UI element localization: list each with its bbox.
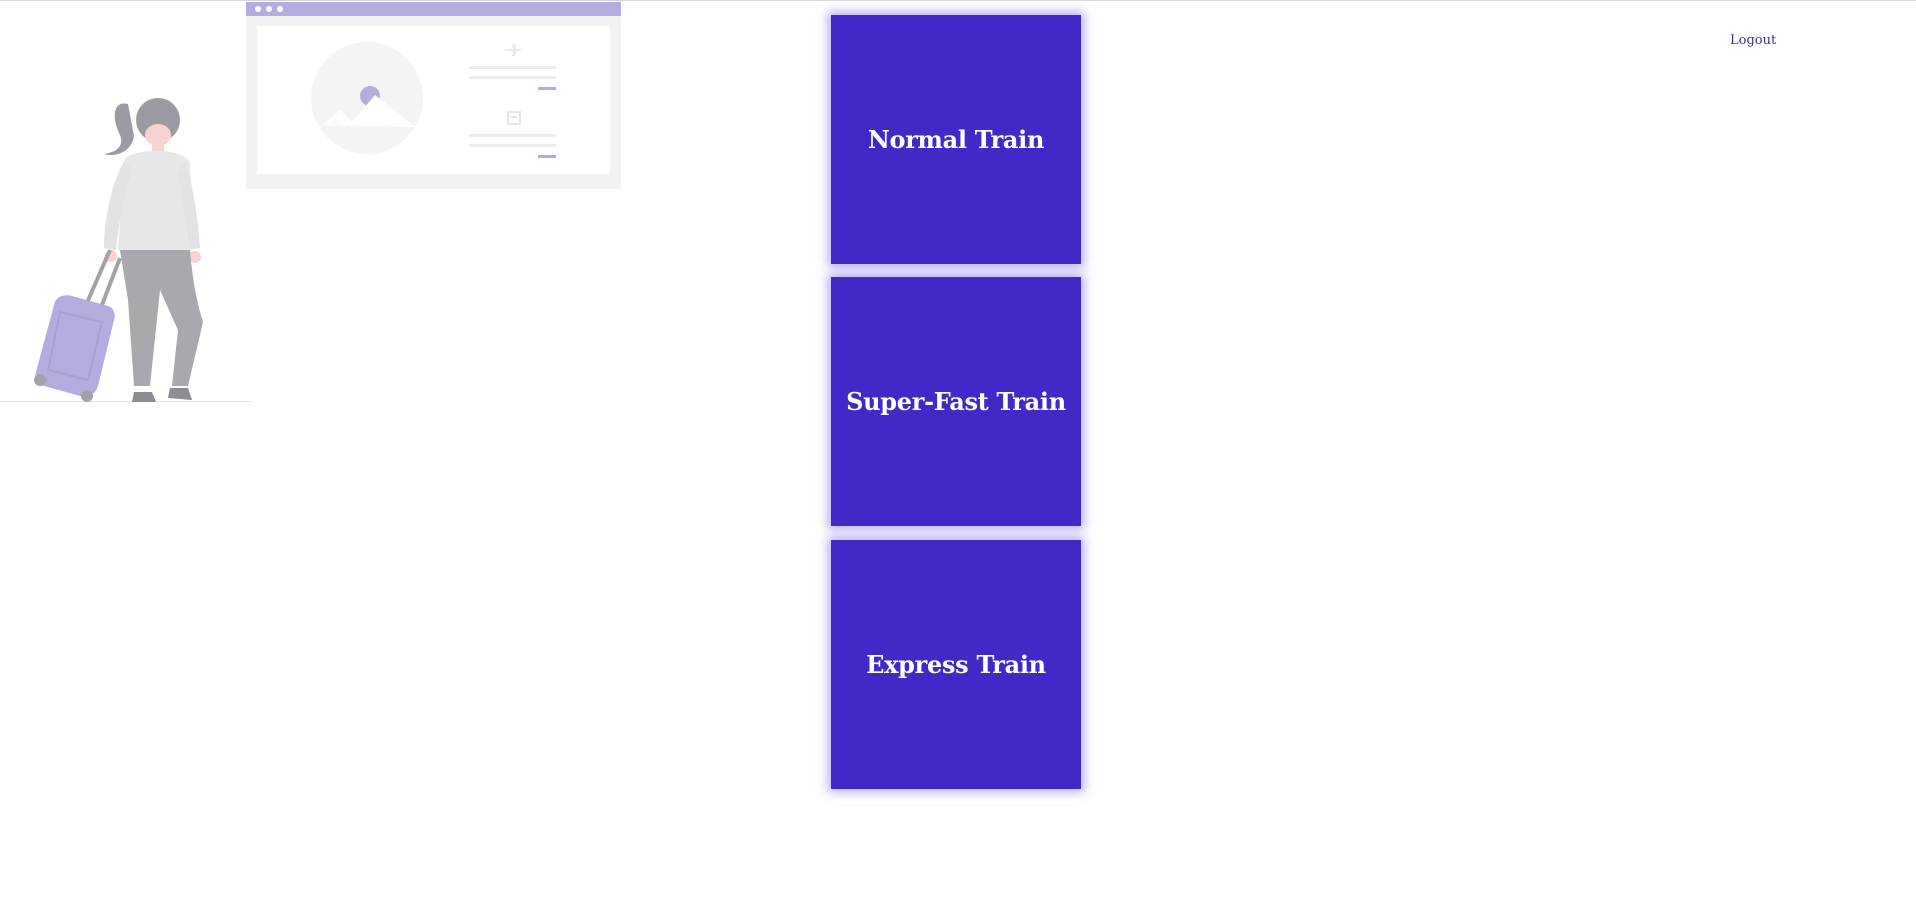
traveler-figure: [104, 98, 203, 402]
super-fast-train-label: Super-Fast Train: [846, 387, 1066, 416]
express-train-card[interactable]: Express Train: [831, 540, 1081, 789]
booking-window: [246, 2, 621, 189]
suitcase-icon: [34, 249, 122, 402]
ground-line: [0, 401, 252, 402]
normal-train-card[interactable]: Normal Train: [831, 15, 1081, 264]
logout-link[interactable]: Logout: [1730, 33, 1776, 48]
traveler-illustration: [0, 2, 621, 402]
window-dots-icon: [255, 6, 283, 12]
express-train-label: Express Train: [866, 650, 1046, 679]
super-fast-train-card[interactable]: Super-Fast Train: [831, 277, 1081, 526]
image-placeholder-icon: [311, 42, 423, 154]
normal-train-label: Normal Train: [867, 125, 1045, 154]
